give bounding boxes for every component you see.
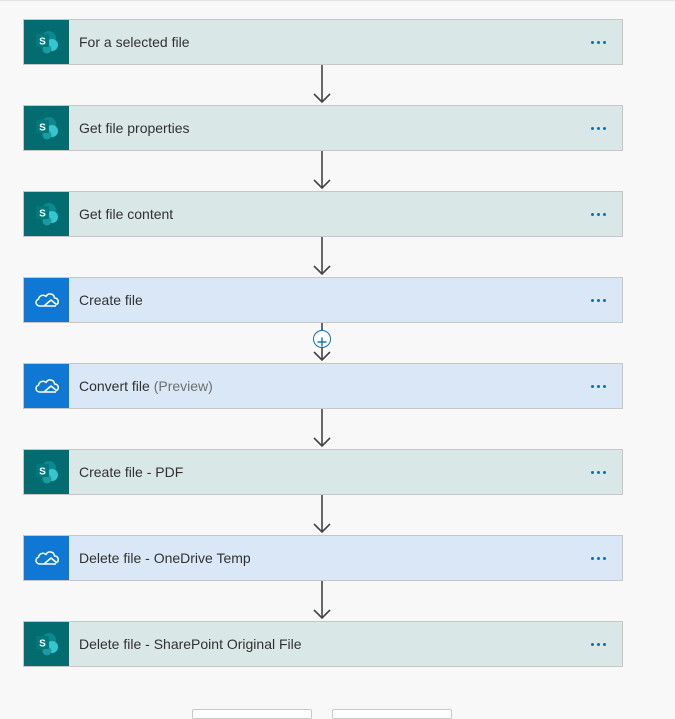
step-title: Get file content [79,206,174,222]
more-options-icon[interactable] [578,622,618,666]
step-title: Delete file - OneDrive Temp [79,550,251,566]
more-options-icon[interactable] [578,450,618,494]
preview-badge: (Preview) [153,378,213,394]
arrow-down-icon [311,237,333,277]
step-title: For a selected file [79,34,190,50]
more-options-icon[interactable] [578,278,618,322]
arrow-down-icon [311,581,333,621]
arrow-down-icon [311,151,333,191]
svg-text:S: S [39,37,46,48]
svg-text:S: S [39,467,46,478]
onedrive-icon [24,278,69,322]
arrow-down-icon [311,495,333,535]
more-options-icon[interactable] [578,20,618,64]
plus-icon [317,334,327,347]
top-divider [0,0,675,1]
sharepoint-icon: S [24,192,69,236]
step-card-create-file[interactable]: Create file [23,277,623,323]
step-title: Delete file - SharePoint Original File [79,636,302,652]
sharepoint-icon: S [24,106,69,150]
step-title: Get file properties [79,120,190,136]
svg-text:S: S [39,639,46,650]
step-card-create-file-pdf[interactable]: S Create file - PDF [23,449,623,495]
step-card-get-file-content[interactable]: S Get file content [23,191,623,237]
step-title: Convert file (Preview) [79,378,213,394]
svg-text:S: S [39,123,46,134]
step-card-delete-file-onedrive-temp[interactable]: Delete file - OneDrive Temp [23,535,623,581]
arrow-down-icon [311,65,333,105]
step-card-delete-file-sharepoint-original[interactable]: S Delete file - SharePoint Original File [23,621,623,667]
onedrive-icon [24,536,69,580]
sharepoint-icon: S [24,450,69,494]
step-card-get-file-properties[interactable]: S Get file properties [23,105,623,151]
more-options-icon[interactable] [578,364,618,408]
svg-text:S: S [39,209,46,220]
more-options-icon[interactable] [578,106,618,150]
sharepoint-icon: S [24,622,69,666]
step-title: Create file - PDF [79,464,184,480]
new-step-button[interactable] [192,709,312,719]
arrow-down-icon [311,409,333,449]
step-card-convert-file[interactable]: Convert file (Preview) [23,363,623,409]
more-options-icon[interactable] [578,192,618,236]
step-title: Create file [79,292,143,308]
more-options-icon[interactable] [578,536,618,580]
step-card-for-a-selected-file[interactable]: S For a selected file [23,19,623,65]
sharepoint-icon: S [24,20,69,64]
save-button[interactable] [332,709,452,719]
insert-step-button[interactable] [313,330,331,348]
onedrive-icon [24,364,69,408]
